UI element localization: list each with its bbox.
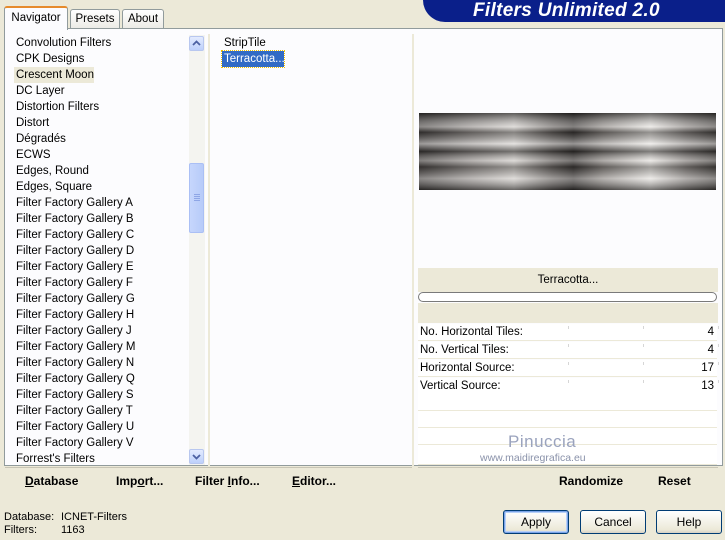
category-item[interactable]: Filter Factory Gallery H	[14, 307, 188, 323]
editor-button[interactable]: Editor...	[292, 473, 336, 489]
param-label: Vertical Source:	[420, 380, 501, 392]
database-value: ICNET-Filters	[61, 511, 127, 523]
progress-bar	[418, 292, 717, 302]
category-item[interactable]: Filter Factory Gallery E	[14, 259, 188, 275]
tab-navigator[interactable]: Navigator	[4, 6, 68, 30]
database-label: Database:	[4, 511, 55, 523]
arrow-up-icon	[192, 40, 201, 46]
category-item[interactable]: Filter Factory Gallery N	[14, 355, 188, 371]
param-slider[interactable]: No. Horizontal Tiles: 4	[418, 324, 719, 341]
divider	[208, 34, 210, 466]
randomize-button[interactable]: Randomize	[559, 473, 623, 489]
category-item[interactable]: Dégradés	[14, 131, 188, 147]
help-button[interactable]: Help	[656, 510, 722, 534]
filter-info-button[interactable]: Filter Info...	[195, 473, 260, 489]
tab-about[interactable]: About	[122, 9, 164, 28]
category-item[interactable]: DC Layer	[14, 83, 188, 99]
category-item[interactable]: Filter Factory Gallery C	[14, 227, 188, 243]
category-item[interactable]: Filter Factory Gallery A	[14, 195, 188, 211]
import-button[interactable]: Import...	[116, 473, 163, 489]
param-value: 17	[701, 362, 714, 374]
arrow-down-icon	[192, 454, 201, 460]
tab-presets[interactable]: Presets	[70, 9, 120, 28]
filter-list[interactable]: StripTile Terracotta...	[221, 35, 402, 68]
category-item[interactable]: Edges, Round	[14, 163, 188, 179]
category-item[interactable]: Filter Factory Gallery S	[14, 387, 188, 403]
category-item[interactable]: Forrest's Filters	[14, 451, 188, 465]
scroll-up-button[interactable]	[189, 36, 204, 51]
preview-image	[419, 113, 716, 190]
apply-button[interactable]: Apply	[503, 510, 569, 534]
scroll-thumb[interactable]	[189, 163, 204, 233]
param-value: 13	[701, 380, 714, 392]
filter-name-label: Terracotta...	[418, 268, 718, 292]
category-item[interactable]: ECWS	[14, 147, 188, 163]
category-item[interactable]: Filter Factory Gallery V	[14, 435, 188, 451]
param-slider[interactable]: Horizontal Source: 17	[418, 360, 719, 377]
watermark-url: www.maidiregrafica.eu	[480, 452, 586, 464]
category-item[interactable]: Filter Factory Gallery B	[14, 211, 188, 227]
category-item[interactable]: Crescent Moon	[14, 67, 94, 83]
empty-param-row	[418, 411, 717, 428]
category-item[interactable]: Distort	[14, 115, 188, 131]
category-item[interactable]: Filter Factory Gallery D	[14, 243, 188, 259]
scroll-down-button[interactable]	[189, 449, 204, 464]
app-title: Filters Unlimited 2.0	[473, 0, 660, 21]
category-item[interactable]: CPK Designs	[14, 51, 188, 67]
category-item[interactable]: Edges, Square	[14, 179, 188, 195]
filters-count-label: Filters:	[4, 524, 37, 536]
empty-param-row	[418, 394, 717, 411]
category-item[interactable]: Filter Factory Gallery M	[14, 339, 188, 355]
cancel-button[interactable]: Cancel	[580, 510, 646, 534]
param-label: Horizontal Source:	[420, 362, 515, 374]
param-label: No. Horizontal Tiles:	[420, 326, 523, 338]
category-item[interactable]: Filter Factory Gallery G	[14, 291, 188, 307]
category-item[interactable]: Filter Factory Gallery T	[14, 403, 188, 419]
category-item[interactable]: Filter Factory Gallery Q	[14, 371, 188, 387]
divider	[412, 34, 414, 466]
category-item[interactable]: Convolution Filters	[14, 35, 188, 51]
watermark-name: Pinuccia	[508, 432, 577, 451]
param-label: No. Vertical Tiles:	[420, 344, 509, 356]
category-item[interactable]: Filter Factory Gallery J	[14, 323, 188, 339]
param-slider[interactable]: No. Vertical Tiles: 4	[418, 342, 719, 359]
database-button[interactable]: Database	[25, 473, 78, 489]
filter-item[interactable]: Terracotta...	[221, 50, 285, 68]
filters-count-value: 1163	[61, 524, 85, 536]
category-item[interactable]: Distortion Filters	[14, 99, 188, 115]
category-list[interactable]: Convolution Filters CPK Designs Crescent M…	[14, 35, 188, 465]
app-banner: Filters Unlimited 2.0	[423, 0, 725, 22]
param-value: 4	[707, 326, 714, 338]
category-scrollbar[interactable]	[189, 35, 205, 465]
category-item[interactable]: Filter Factory Gallery F	[14, 275, 188, 291]
params-spacer	[418, 303, 718, 323]
filter-item[interactable]: StripTile	[222, 35, 402, 51]
category-item[interactable]: Filter Factory Gallery U	[14, 419, 188, 435]
param-value: 4	[707, 344, 714, 356]
reset-button[interactable]: Reset	[658, 473, 691, 489]
param-slider[interactable]: Vertical Source: 13	[418, 378, 719, 395]
